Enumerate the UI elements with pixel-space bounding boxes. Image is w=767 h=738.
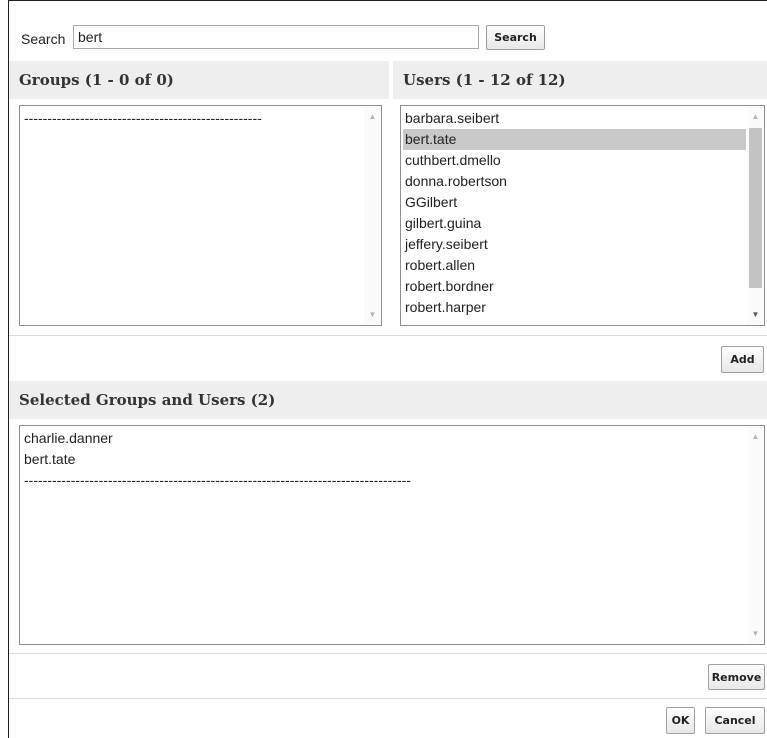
list-item[interactable]: donna.robertson bbox=[403, 171, 746, 192]
list-item[interactable]: cuthbert.dmello bbox=[403, 150, 746, 171]
search-button[interactable]: Search bbox=[486, 25, 545, 50]
list-item[interactable]: robert.harper bbox=[403, 297, 746, 318]
users-listbox[interactable]: barbara.seibert bert.tate cuthbert.dmello d… bbox=[400, 105, 765, 326]
divider bbox=[9, 698, 767, 699]
list-item[interactable]: barbara.seibert bbox=[403, 108, 746, 129]
search-input[interactable] bbox=[73, 25, 479, 49]
scroll-up-arrow-icon[interactable]: ▲ bbox=[747, 108, 764, 125]
scroll-up-arrow-icon[interactable]: ▲ bbox=[747, 428, 764, 445]
selected-scrollbar[interactable]: ▲ ▼ bbox=[747, 426, 764, 644]
search-label: Search bbox=[21, 31, 66, 47]
divider bbox=[9, 335, 767, 336]
divider bbox=[9, 653, 767, 654]
list-item[interactable]: robert.allen bbox=[403, 255, 746, 276]
selected-listbox[interactable]: charlie.danner bert.tate -----------------… bbox=[19, 425, 765, 645]
scroll-down-arrow-icon[interactable]: ▼ bbox=[364, 306, 381, 323]
list-item[interactable]: bert.tate bbox=[22, 449, 746, 470]
list-item[interactable]: ----------------------------------------… bbox=[22, 108, 363, 129]
list-item[interactable]: bert.tate bbox=[403, 129, 746, 150]
list-item[interactable]: ----------------------------------------… bbox=[22, 470, 746, 491]
list-item[interactable]: gilbert.guina bbox=[403, 213, 746, 234]
ok-button[interactable]: OK bbox=[666, 707, 695, 734]
search-row: Search Search bbox=[9, 1, 767, 59]
groups-scrollbar[interactable]: ▲ ▼ bbox=[364, 106, 381, 325]
cancel-button[interactable]: Cancel bbox=[705, 707, 765, 734]
groups-header: Groups (1 - 0 of 0) bbox=[9, 61, 389, 99]
add-button[interactable]: Add bbox=[721, 346, 764, 373]
users-scroll-thumb[interactable] bbox=[749, 128, 762, 288]
list-item[interactable]: robert.bordner bbox=[403, 276, 746, 297]
scroll-down-arrow-icon[interactable]: ▼ bbox=[747, 306, 764, 323]
users-scrollbar[interactable]: ▲ ▼ bbox=[747, 106, 764, 325]
list-item[interactable]: GGilbert bbox=[403, 192, 746, 213]
selected-header: Selected Groups and Users (2) bbox=[9, 381, 767, 419]
users-header: Users (1 - 12 of 12) bbox=[393, 61, 767, 99]
list-item[interactable]: charlie.danner bbox=[22, 428, 746, 449]
remove-button[interactable]: Remove bbox=[708, 664, 765, 690]
user-picker-dialog: Search Search Groups (1 - 0 of 0) Users … bbox=[8, 0, 767, 738]
groups-listbox[interactable]: ----------------------------------------… bbox=[19, 105, 382, 326]
scroll-down-arrow-icon[interactable]: ▼ bbox=[747, 625, 764, 642]
list-item[interactable]: jeffery.seibert bbox=[403, 234, 746, 255]
scroll-up-arrow-icon[interactable]: ▲ bbox=[364, 108, 381, 125]
